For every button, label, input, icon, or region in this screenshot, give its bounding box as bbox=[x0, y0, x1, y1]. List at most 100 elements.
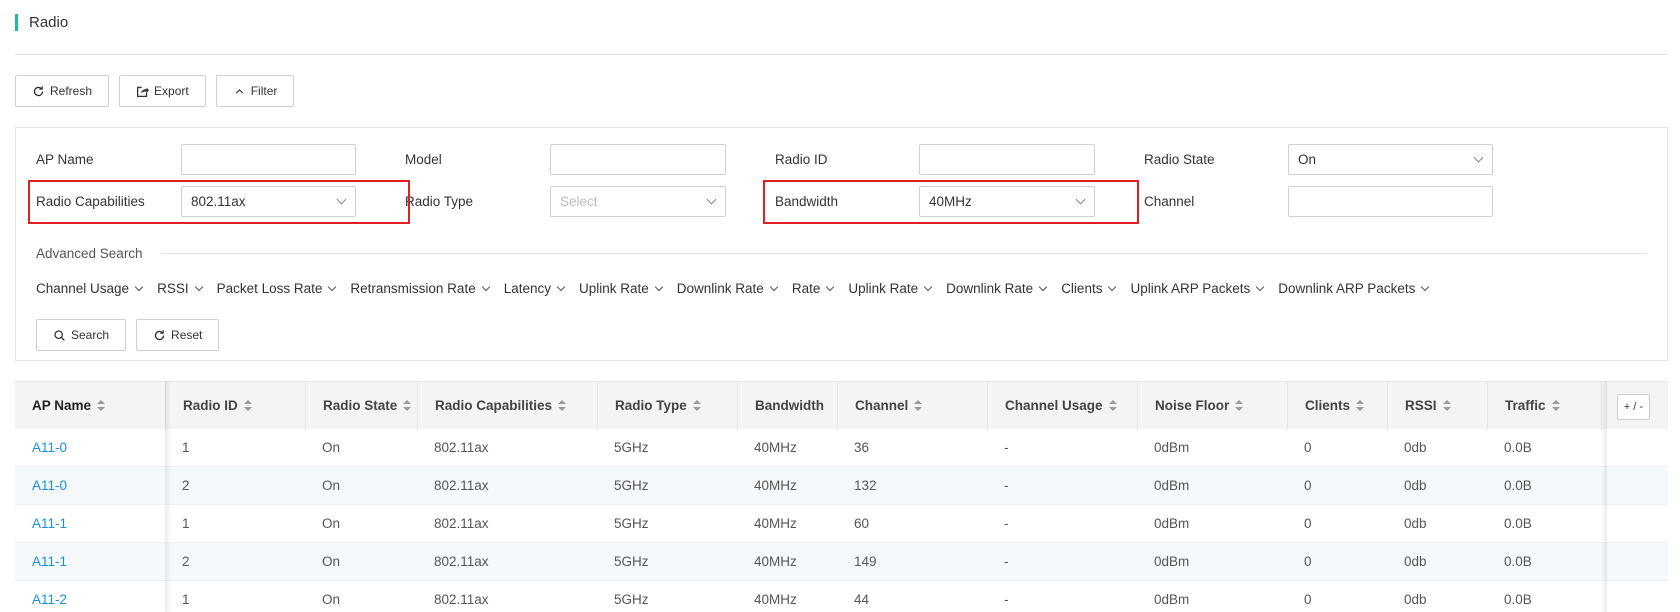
sort-icon[interactable] bbox=[914, 400, 923, 412]
table-cell: 5GHz bbox=[614, 440, 649, 455]
table-row: A11-1 1 On 802.11ax 5GHz 40MHz 60 - 0dBm 0 0db 0.0B bbox=[15, 505, 1668, 543]
column-traffic[interactable]: Traffic bbox=[1487, 382, 1601, 430]
table-cell: 40MHz bbox=[754, 554, 797, 569]
metric-rate[interactable]: Rate bbox=[792, 280, 835, 298]
column-radio-id[interactable]: Radio ID bbox=[165, 382, 305, 430]
table-cell: 0 bbox=[1304, 516, 1312, 531]
column-clients[interactable]: Clients bbox=[1287, 382, 1387, 430]
filter-row-1: AP Name Model Radio ID Radio State On bbox=[16, 144, 1667, 176]
metric-label: Downlink ARP Packets bbox=[1278, 281, 1416, 296]
table-cell: 0dBm bbox=[1154, 554, 1190, 569]
search-icon bbox=[54, 329, 65, 341]
radio-type-placeholder: Select bbox=[560, 194, 598, 209]
search-label: Search bbox=[71, 328, 110, 342]
sort-icon[interactable] bbox=[1356, 400, 1365, 412]
metric-uplink-rate[interactable]: Uplink Rate bbox=[579, 280, 664, 298]
table-cell: 36 bbox=[854, 440, 870, 455]
table-cell: 802.11ax bbox=[434, 440, 489, 455]
sort-icon[interactable] bbox=[1551, 400, 1560, 412]
radio-type-label: Radio Type bbox=[405, 194, 474, 209]
search-actions: Search Reset bbox=[36, 319, 220, 351]
table-cell: 0 bbox=[1304, 592, 1312, 607]
model-input[interactable] bbox=[550, 144, 726, 175]
table-cell: A11-1 bbox=[15, 505, 67, 543]
table-cell: 1 bbox=[182, 516, 190, 531]
table-row: A11-0 1 On 802.11ax 5GHz 40MHz 36 - 0dBm 0 0db 0.0B bbox=[15, 429, 1668, 467]
ap-name-link[interactable]: A11-1 bbox=[32, 516, 67, 531]
table-cell: 0 bbox=[1304, 440, 1312, 455]
reset-button[interactable]: Reset bbox=[136, 319, 220, 351]
metric-packet-loss-rate[interactable]: Packet Loss Rate bbox=[216, 280, 337, 298]
ap-name-input[interactable] bbox=[181, 144, 356, 175]
sort-icon[interactable] bbox=[692, 400, 701, 412]
sort-icon[interactable] bbox=[97, 400, 106, 412]
table-cell: 44 bbox=[854, 592, 870, 607]
metric-label: Uplink ARP Packets bbox=[1130, 281, 1251, 296]
table-row: A11-0 2 On 802.11ax 5GHz 40MHz 132 - 0dBm 0 0db 0.0… bbox=[15, 467, 1668, 505]
metric-uplink-arp-packets[interactable]: Uplink ARP Packets bbox=[1130, 280, 1265, 298]
page-header: Radio bbox=[15, 12, 68, 32]
chevron-down-icon bbox=[1421, 282, 1430, 292]
column-radio-capabilities[interactable]: Radio Capabilities bbox=[417, 382, 597, 430]
metric-downlink-arp-packets[interactable]: Downlink ARP Packets bbox=[1278, 280, 1430, 298]
radio-type-select[interactable]: Select bbox=[550, 186, 726, 217]
column-ap-name[interactable]: AP Name bbox=[15, 382, 165, 430]
ap-name-link[interactable]: A11-0 bbox=[32, 478, 67, 493]
table-cell: 5GHz bbox=[614, 554, 649, 569]
column-channel-usage[interactable]: Channel Usage bbox=[987, 382, 1137, 430]
metric-channel-usage[interactable]: Channel Usage bbox=[36, 280, 144, 298]
search-button[interactable]: Search bbox=[36, 319, 127, 351]
reset-icon bbox=[154, 329, 165, 340]
column-rssi[interactable]: RSSI bbox=[1387, 382, 1487, 430]
radio-state-select[interactable]: On bbox=[1288, 144, 1493, 175]
radio-id-input[interactable] bbox=[919, 144, 1095, 175]
column-radio-type[interactable]: Radio Type bbox=[597, 382, 737, 430]
sort-icon[interactable] bbox=[403, 400, 412, 412]
model-label: Model bbox=[405, 152, 442, 167]
metric-downlink-rate[interactable]: Downlink Rate bbox=[677, 280, 779, 298]
metric-rssi[interactable]: RSSI bbox=[157, 280, 203, 298]
column-toggle-button[interactable]: + / - bbox=[1616, 394, 1650, 420]
ap-name-link[interactable]: A11-1 bbox=[32, 554, 67, 569]
metric-label: Latency bbox=[503, 281, 551, 296]
chevron-down-icon bbox=[769, 282, 779, 292]
metric-latency[interactable]: Latency bbox=[503, 280, 566, 298]
ap-name-link[interactable]: A11-2 bbox=[32, 592, 67, 607]
table-cell: 0.0B bbox=[1504, 478, 1532, 493]
metric-uplink-rate-2[interactable]: Uplink Rate bbox=[848, 280, 933, 298]
table-cell: - bbox=[1004, 440, 1009, 455]
table-cell: 0db bbox=[1404, 554, 1427, 569]
refresh-button[interactable]: Refresh bbox=[15, 75, 110, 107]
export-button[interactable]: Export bbox=[119, 75, 206, 107]
page-title: Radio bbox=[29, 13, 69, 31]
table-cell: 5GHz bbox=[614, 516, 649, 531]
sort-icon[interactable] bbox=[1442, 400, 1451, 412]
metric-label: RSSI bbox=[157, 281, 189, 296]
chevron-down-icon bbox=[481, 282, 490, 292]
table-cell: 0 bbox=[1304, 554, 1312, 569]
ap-name-label: AP Name bbox=[36, 152, 94, 167]
sort-icon[interactable] bbox=[1108, 400, 1117, 412]
export-label: Export bbox=[154, 84, 189, 98]
column-label: AP Name bbox=[32, 398, 92, 413]
metric-clients[interactable]: Clients bbox=[1061, 280, 1117, 298]
column-radio-state[interactable]: Radio State bbox=[305, 382, 417, 430]
channel-input[interactable] bbox=[1288, 186, 1493, 217]
metric-label: Packet Loss Rate bbox=[216, 281, 323, 296]
filter-button[interactable]: Filter bbox=[215, 75, 295, 107]
metric-retransmission-rate[interactable]: Retransmission Rate bbox=[350, 280, 490, 298]
column-channel[interactable]: Channel bbox=[837, 382, 987, 430]
sort-icon[interactable] bbox=[1235, 400, 1244, 412]
table-cell: 5GHz bbox=[614, 592, 649, 607]
sort-icon[interactable] bbox=[558, 400, 567, 412]
table-cell: 2 bbox=[182, 554, 190, 569]
sort-icon[interactable] bbox=[243, 400, 252, 412]
toolbar: Refresh Export Filter bbox=[15, 75, 295, 107]
table-cell: 0.0B bbox=[1504, 592, 1532, 607]
metric-downlink-rate-2[interactable]: Downlink Rate bbox=[946, 280, 1048, 298]
column-label: RSSI bbox=[1405, 398, 1437, 413]
advanced-search-label: Advanced Search bbox=[36, 246, 143, 261]
table-cell: On bbox=[322, 592, 341, 607]
column-noise-floor[interactable]: Noise Floor bbox=[1137, 382, 1287, 430]
ap-name-link[interactable]: A11-0 bbox=[32, 440, 67, 455]
